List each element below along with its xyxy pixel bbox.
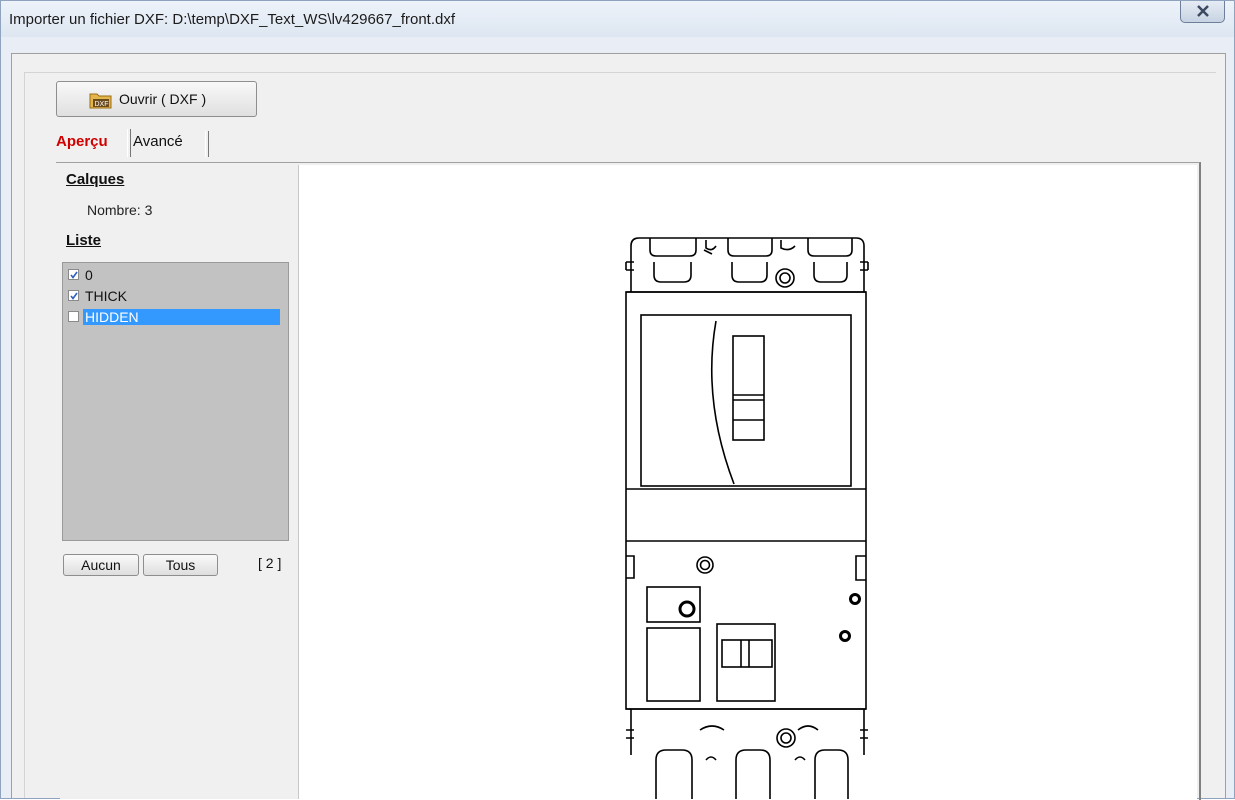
layer-checkbox[interactable] (68, 269, 79, 280)
checkmark-icon (70, 271, 78, 279)
selected-layer-count: [ 2 ] (258, 555, 282, 571)
checkmark-icon (70, 292, 78, 300)
dxf-preview-area[interactable] (299, 165, 1197, 799)
list-title: Liste (66, 232, 102, 249)
title-bar: Importer un fichier DXF: D:\temp\DXF_Tex… (1, 1, 1234, 37)
layer-item-0[interactable]: 0 (68, 267, 288, 283)
select-all-button[interactable]: Tous (143, 554, 218, 576)
layer-checkbox[interactable] (68, 290, 79, 301)
layers-count: Nombre: 3 (87, 202, 153, 218)
layer-name: HIDDEN (83, 309, 280, 325)
layer-checkbox[interactable] (68, 311, 79, 322)
layers-title: Calques (66, 171, 125, 188)
select-none-button[interactable]: Aucun (63, 554, 139, 576)
tab-divider (205, 131, 209, 157)
window-title: Importer un fichier DXF: D:\temp\DXF_Tex… (9, 11, 456, 28)
layer-item-thick[interactable]: THICK (68, 288, 288, 304)
dxf-drawing-preview (625, 237, 869, 799)
layer-name: 0 (85, 267, 93, 283)
layer-name: THICK (85, 288, 127, 304)
open-dxf-label: Ouvrir ( DXF ) (119, 91, 207, 107)
tab-avance[interactable]: Avancé (133, 129, 183, 155)
tab-apercu[interactable]: Aperçu (56, 129, 108, 155)
close-button[interactable] (1180, 1, 1225, 23)
svg-text:DXF: DXF (95, 101, 109, 108)
layer-item-hidden[interactable]: HIDDEN (68, 309, 288, 325)
open-dxf-button[interactable]: DXF Ouvrir ( DXF ) (56, 81, 257, 117)
folder-dxf-icon: DXF (89, 93, 112, 109)
layer-list[interactable]: 0 THICK HIDDEN (62, 262, 289, 541)
layers-panel: Calques Nombre: 3 Liste 0 THICK HIDDEN A… (60, 165, 299, 799)
close-icon (1197, 5, 1209, 17)
tab-divider (127, 129, 131, 157)
